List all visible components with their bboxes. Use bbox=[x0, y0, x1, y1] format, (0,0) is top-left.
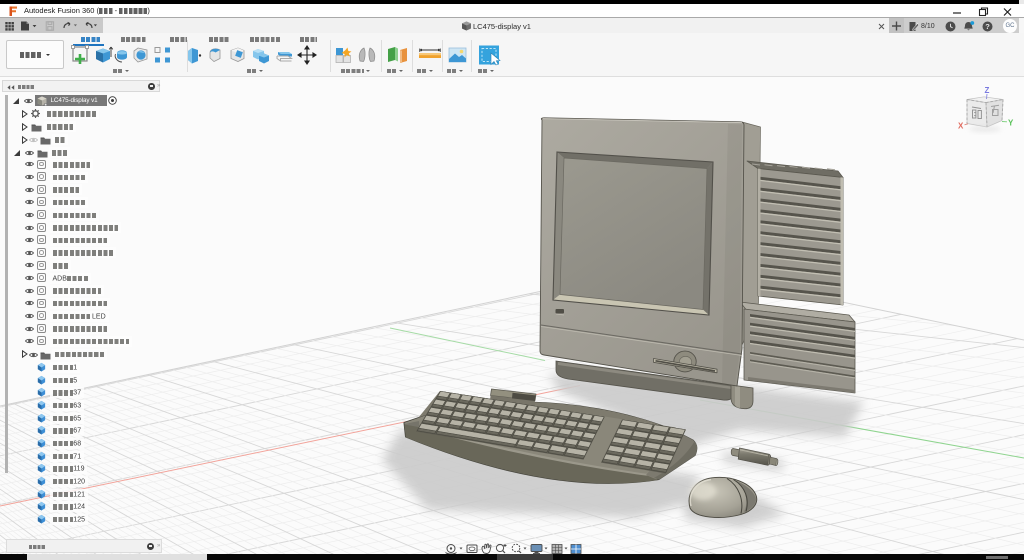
svg-text:?: ? bbox=[985, 22, 990, 31]
svg-text:Y: Y bbox=[1008, 119, 1014, 128]
svg-text:Z: Z bbox=[985, 86, 990, 95]
svg-text:X: X bbox=[958, 122, 964, 131]
